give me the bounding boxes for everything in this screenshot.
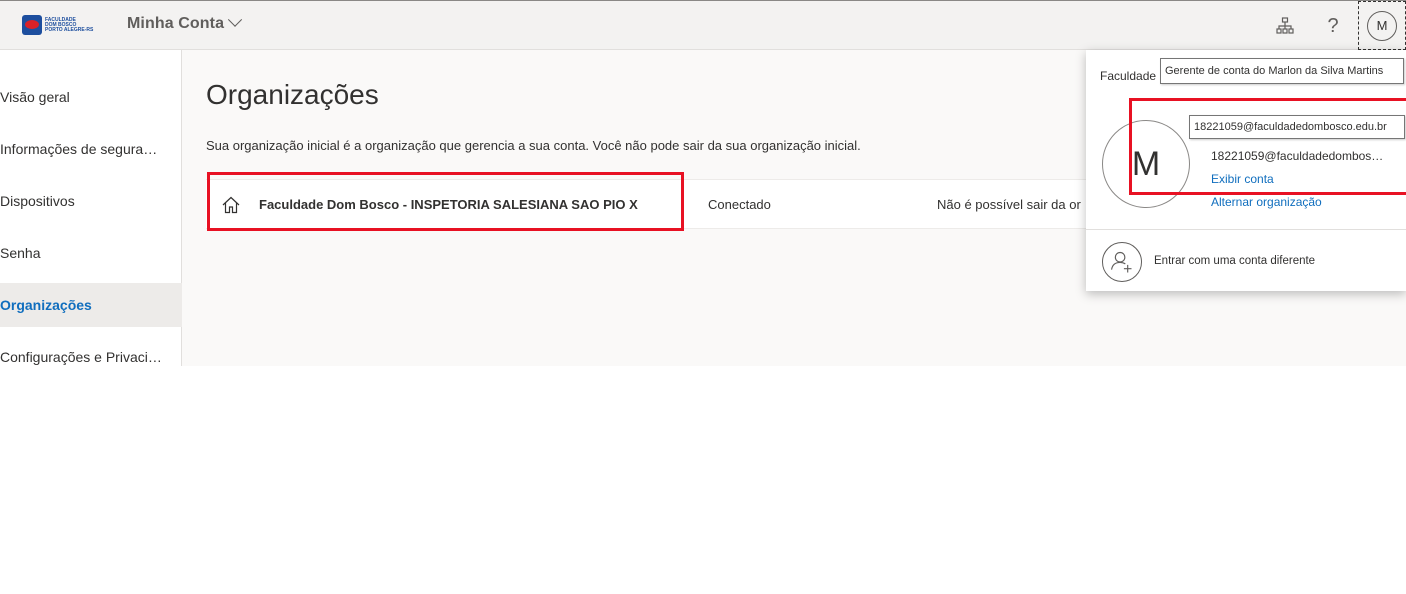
logo-text: FACULDADE DOM BOSCO PORTO ALEGRE-RS <box>45 17 94 33</box>
flyout-avatar: M <box>1102 120 1190 208</box>
sidebar-item-overview[interactable]: Visão geral <box>0 75 182 119</box>
sidebar-item-settings-privacy[interactable]: Configurações e Privaci… <box>0 335 182 366</box>
organization-leave-note: Não é possível sair da or <box>937 197 1081 212</box>
flyout-org-label: Faculdade <box>1100 69 1157 83</box>
account-flyout: Faculdade Gerente de conta do Marlon da … <box>1086 50 1406 291</box>
chevron-down-icon <box>228 12 243 27</box>
help-glyph: ? <box>1327 14 1339 37</box>
email-tooltip: 18221059@faculdadedombosco.edu.br <box>1189 115 1405 139</box>
organization-status: Conectado <box>708 197 771 212</box>
logo-mark-icon <box>22 15 42 35</box>
view-account-link[interactable]: Exibir conta <box>1211 172 1274 186</box>
header: FACULDADE DOM BOSCO PORTO ALEGRE-RS Minh… <box>0 1 1406 50</box>
logo-line-3: PORTO ALEGRE-RS <box>45 26 94 33</box>
organization-name: Faculdade Dom Bosco - INSPETORIA SALESIA… <box>259 197 638 212</box>
account-manager-button[interactable]: M <box>1358 1 1406 50</box>
flyout-email: 18221059@faculdadedombos… <box>1211 149 1384 163</box>
account-manager-tooltip: Gerente de conta do Marlon da Silva Mart… <box>1160 58 1404 84</box>
add-account-icon[interactable] <box>1102 242 1142 282</box>
sidebar-item-devices[interactable]: Dispositivos <box>0 179 182 223</box>
sign-in-different-account-link[interactable]: Entrar com uma conta diferente <box>1154 255 1315 267</box>
sidebar-item-password[interactable]: Senha <box>0 231 182 275</box>
org-chart-icon[interactable] <box>1272 13 1298 39</box>
avatar: M <box>1367 10 1397 41</box>
page-title: Organizações <box>206 79 379 110</box>
app-title: Minha Conta <box>127 15 225 32</box>
sidebar: Visão geral Informações de segura… Dispo… <box>0 50 182 366</box>
logo[interactable]: FACULDADE DOM BOSCO PORTO ALEGRE-RS <box>22 13 95 37</box>
help-icon[interactable]: ? <box>1320 13 1346 39</box>
sidebar-item-security-info[interactable]: Informações de segura… <box>0 127 182 171</box>
app-title-menu[interactable]: Minha Conta <box>127 12 243 33</box>
flyout-divider <box>1086 229 1406 230</box>
page-description: Sua organização inicial é a organização … <box>206 138 861 153</box>
home-icon <box>222 196 240 214</box>
switch-organization-link[interactable]: Alternar organização <box>1211 195 1322 209</box>
sidebar-item-organizations[interactable]: Organizações <box>0 283 182 327</box>
app-window: FACULDADE DOM BOSCO PORTO ALEGRE-RS Minh… <box>0 0 1406 366</box>
